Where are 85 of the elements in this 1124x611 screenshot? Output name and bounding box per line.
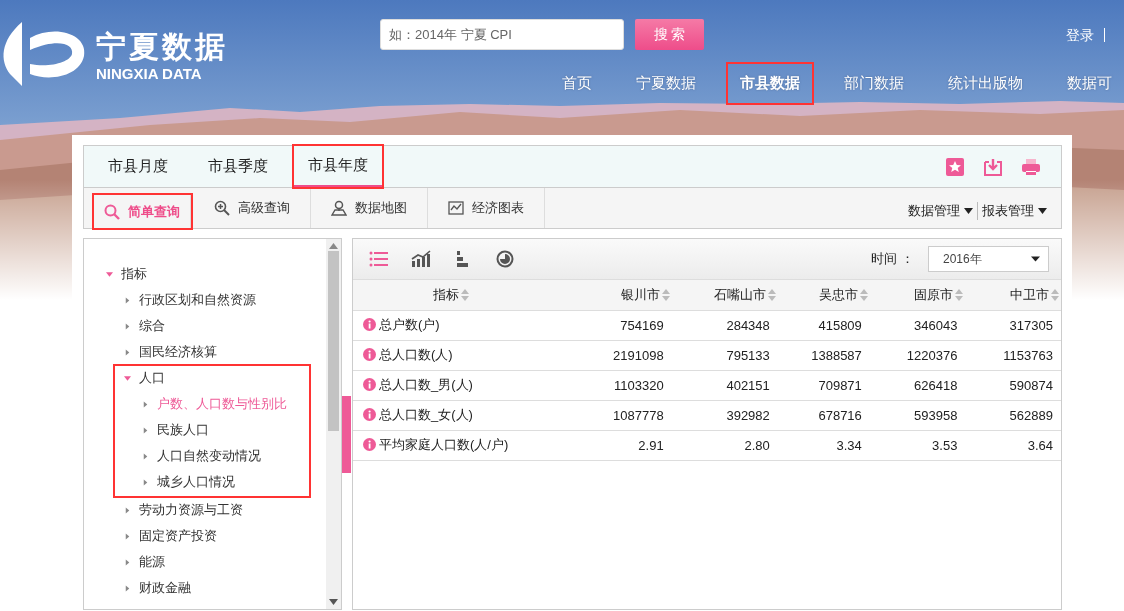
- tree-item[interactable]: 人口: [120, 365, 169, 391]
- table-cell: 754169: [551, 310, 672, 340]
- info-icon: [363, 378, 376, 392]
- table-cell: 1220376: [869, 340, 966, 370]
- time-label: 时间 ：: [871, 250, 914, 268]
- caret-icon: [1038, 208, 1047, 214]
- tree-item[interactable]: 固定资产投资: [120, 523, 221, 549]
- caret-icon: [1031, 256, 1040, 262]
- sort-icon: [1051, 288, 1059, 301]
- tool-button[interactable]: 数据地图: [311, 188, 428, 228]
- table-cell: 1087778: [551, 400, 672, 430]
- search-icon: [104, 203, 120, 220]
- login-link[interactable]: 登录: [1066, 27, 1105, 42]
- tab[interactable]: 市县年度: [294, 146, 382, 187]
- info-icon: [363, 408, 376, 422]
- tree-item[interactable]: 能源: [120, 549, 169, 575]
- table-cell: 总人口数(人): [379, 345, 453, 364]
- table-cell: 415809: [777, 310, 870, 340]
- table-cell: 3.53: [869, 430, 966, 460]
- tree-item[interactable]: 劳动力资源与工资: [120, 497, 247, 523]
- tree-item[interactable]: 综合: [120, 313, 169, 339]
- tab[interactable]: 市县月度: [94, 146, 182, 187]
- print-icon: [1021, 156, 1041, 177]
- list-icon: [369, 250, 389, 268]
- table-cell: 346043: [869, 310, 966, 340]
- dropdown-menu[interactable]: 数据管理: [904, 202, 977, 220]
- tree-item[interactable]: 人口自然变动情况: [138, 443, 265, 469]
- table-cell: 2.80: [671, 430, 778, 460]
- table-cell: 392982: [671, 400, 778, 430]
- table-cell: 590874: [965, 370, 1061, 400]
- tree-item[interactable]: 城乡人口情况: [138, 469, 239, 495]
- table-cell: 平均家庭人口数(人/户): [379, 435, 509, 454]
- info-icon: [363, 348, 376, 362]
- dropdown-menu[interactable]: 报表管理: [977, 202, 1051, 220]
- table-cell: 317305: [965, 310, 1061, 340]
- splitter-handle[interactable]: [342, 395, 351, 473]
- logo-subtitle: NINGXIA DATA: [96, 65, 203, 83]
- column-header[interactable]: 指标: [433, 285, 460, 304]
- sort-icon: [955, 288, 964, 301]
- sort-icon: [767, 288, 776, 301]
- scrollbar[interactable]: [326, 239, 341, 609]
- tab[interactable]: 市县季度: [194, 146, 282, 187]
- table-cell: 3.64: [965, 430, 1061, 460]
- pie-chart-icon: [495, 250, 515, 268]
- table-cell: 709871: [777, 370, 870, 400]
- table-cell: 1103320: [551, 370, 672, 400]
- scroll-down-icon: [329, 599, 338, 605]
- table-cell: 678716: [777, 400, 870, 430]
- tree-item[interactable]: 国民经济核算: [120, 339, 221, 365]
- sort-icon: [859, 288, 868, 301]
- tool-button[interactable]: 高级查询: [194, 188, 311, 228]
- info-icon: [363, 318, 376, 332]
- tool-button[interactable]: 经济图表: [428, 188, 545, 228]
- table-cell: 795133: [671, 340, 778, 370]
- table-cell: 总户数(户): [379, 315, 440, 334]
- tree-item[interactable]: 财政金融: [120, 575, 195, 601]
- bar-chart-icon: [411, 250, 431, 268]
- tree-item[interactable]: 民族人口: [138, 417, 213, 443]
- table-cell: 总人口数_男(人): [379, 375, 473, 394]
- caret-icon: [964, 208, 973, 214]
- table-cell: 626418: [869, 370, 966, 400]
- table-cell: 1388587: [777, 340, 870, 370]
- search-field[interactable]: 如：2014年 宁夏 CPI: [380, 19, 624, 50]
- person-icon: [331, 200, 347, 216]
- zoom-in-icon: [214, 200, 230, 216]
- line-chart-icon: [448, 200, 464, 216]
- tree-item[interactable]: 行政区划和自然资源: [120, 287, 260, 313]
- table-cell: 284348: [671, 310, 778, 340]
- table-cell: 2.91: [551, 430, 672, 460]
- year-select[interactable]: 2016年: [928, 246, 1049, 272]
- logo-title: 宁夏数据: [96, 29, 228, 65]
- table-cell: 1153763: [965, 340, 1061, 370]
- table-cell: 3.34: [777, 430, 870, 460]
- scroll-up-icon: [329, 243, 338, 249]
- tree-item[interactable]: 指标: [102, 261, 151, 287]
- table-cell: 593958: [869, 400, 966, 430]
- table-cell: 总人口数_女(人): [379, 405, 473, 424]
- table-cell: 402151: [671, 370, 778, 400]
- sort-icon: [661, 288, 670, 301]
- info-icon: [363, 438, 376, 452]
- favorite-icon: [945, 156, 965, 177]
- sort-icon: [461, 288, 470, 301]
- table-cell: 2191098: [551, 340, 672, 370]
- download-icon: [983, 156, 1003, 177]
- table-cell: 562889: [965, 400, 1061, 430]
